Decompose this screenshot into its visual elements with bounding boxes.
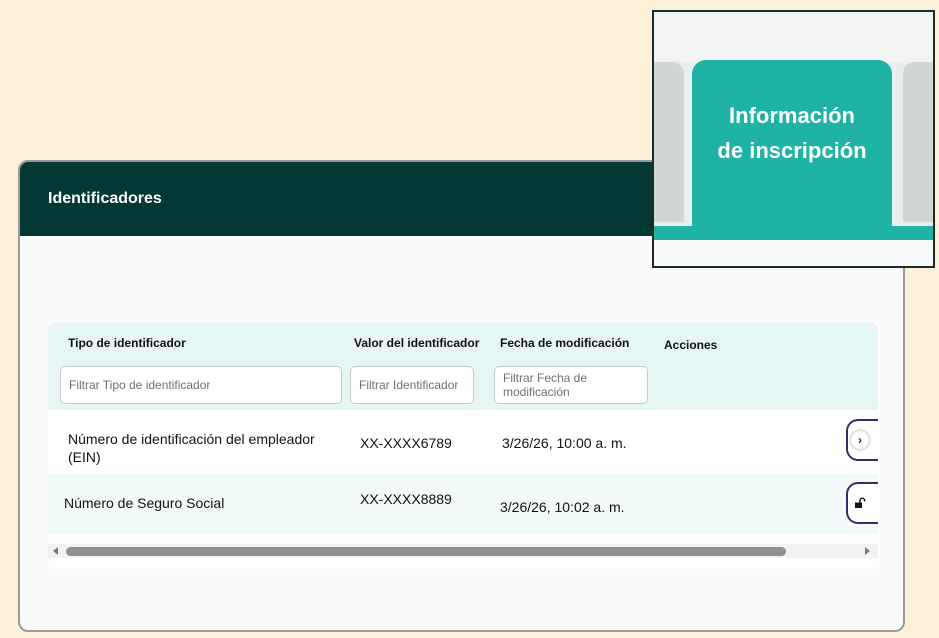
cell-fecha: 3/26/26, 10:02 a. m. <box>500 499 625 515</box>
scroll-left-arrow-icon[interactable] <box>53 547 58 555</box>
thumbnail-bottom <box>654 240 933 266</box>
enrollment-info-thumbnail: Información de inscripción <box>652 10 935 268</box>
table-row: Número de identificación del empleador (… <box>48 419 878 474</box>
enrollment-info-label-line2: de inscripción <box>717 138 867 163</box>
thumbnail-top <box>654 12 933 62</box>
horizontal-scrollbar[interactable] <box>48 544 878 558</box>
column-header-acciones: Acciones <box>664 338 718 352</box>
chevron-right-icon: › <box>851 431 869 449</box>
filter-fecha-input[interactable] <box>494 366 648 404</box>
column-header-valor[interactable]: Valor del identificador <box>354 336 479 350</box>
thumbnail-stripe <box>654 226 933 240</box>
enrollment-info-label-line1: Información <box>729 103 855 128</box>
table-header: Tipo de identificador Valor del identifi… <box>48 322 878 410</box>
cell-fecha: 3/26/26, 10:00 a. m. <box>496 430 633 456</box>
scroll-right-arrow-icon[interactable] <box>865 547 870 555</box>
filter-tipo-input[interactable] <box>60 366 342 404</box>
enrollment-info-label: Información de inscripción <box>692 98 892 168</box>
unlock-icon <box>855 497 866 508</box>
cell-tipo: Número de Seguro Social <box>64 495 225 511</box>
row-action-button[interactable]: › <box>846 419 878 461</box>
thumbnail-side-tab-left <box>654 62 684 222</box>
row-unlock-button[interactable] <box>846 482 878 524</box>
column-header-tipo[interactable]: Tipo de identificador <box>68 336 186 350</box>
thumbnail-side-tab-right <box>903 62 933 222</box>
card-title: Identificadores <box>48 190 162 207</box>
table-row: Número de Seguro Social XX-XXXX8889 3/26… <box>48 474 878 534</box>
filter-valor-input[interactable] <box>350 366 474 404</box>
scrollbar-thumb[interactable] <box>66 547 786 556</box>
cell-valor: XX-XXXX6789 <box>352 430 460 456</box>
column-header-fecha[interactable]: Fecha de modificación <box>500 336 629 350</box>
identifiers-table: Tipo de identificador Valor del identifi… <box>48 322 880 569</box>
cell-valor: XX-XXXX8889 <box>360 491 452 507</box>
cell-tipo: Número de identificación del empleador (… <box>68 430 318 466</box>
